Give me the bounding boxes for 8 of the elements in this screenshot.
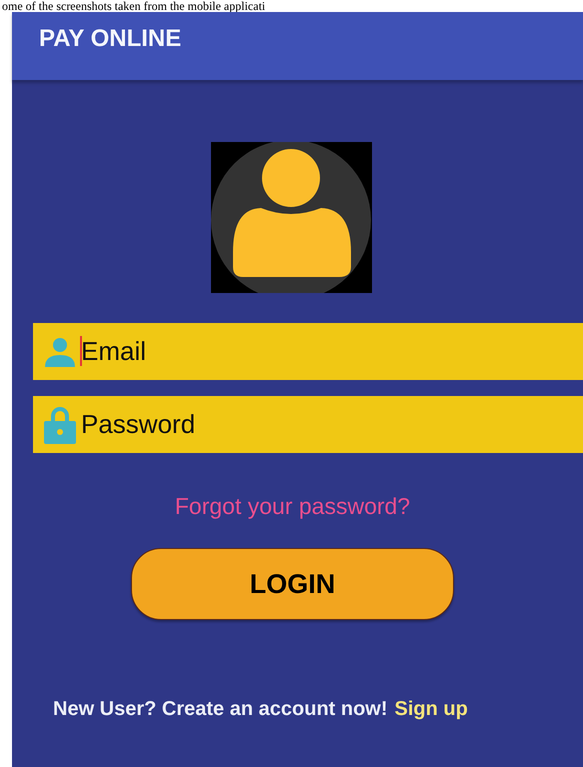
signup-link[interactable]: Sign up [394, 698, 468, 721]
signup-prompt: New User? Create an account now! [53, 698, 388, 721]
app-title: PAY ONLINE [39, 25, 182, 53]
password-field[interactable]: Password [33, 396, 583, 453]
login-button[interactable]: LOGIN [131, 548, 454, 620]
email-field[interactable]: Email [33, 323, 583, 380]
avatar-icon [211, 142, 372, 293]
caption-text: ome of the screenshots taken from the mobile applicati [2, 0, 266, 12]
